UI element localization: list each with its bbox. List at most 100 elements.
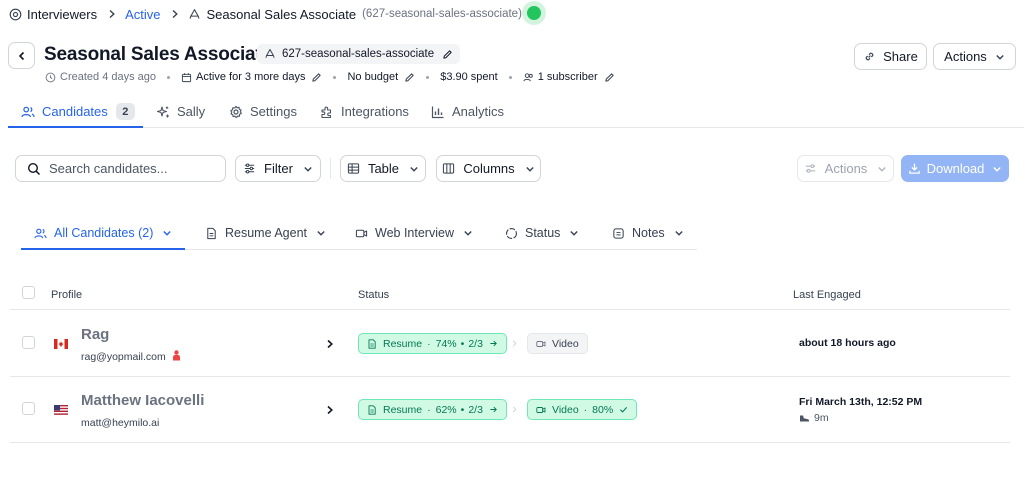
back-button[interactable] [8, 42, 35, 69]
breadcrumb: Interviewers Active Seasonal Sales Assoc… [9, 5, 522, 23]
recycle-icon [190, 8, 200, 19]
resume-status-pill[interactable]: Resume · 62% • 2/3 [358, 399, 507, 420]
chevron-right-icon [512, 340, 517, 347]
pencil-icon[interactable] [442, 49, 453, 60]
chevron-down-icon [525, 166, 534, 172]
table-header: Profile Status Last Engaged [10, 280, 1010, 310]
separator-dot [508, 75, 512, 79]
chevron-down-icon [464, 231, 472, 236]
tab-candidates[interactable]: Candidates 2 [8, 96, 143, 128]
duration-text: 9m [814, 412, 829, 424]
chevron-left-icon [18, 51, 24, 60]
candidate-count-badge: 2 [115, 103, 135, 120]
users-icon [34, 228, 47, 238]
column-header-profile: Profile [51, 289, 83, 301]
download-button[interactable]: Download [901, 155, 1009, 182]
view-mode-button[interactable]: Table [340, 155, 426, 182]
pill-separator: • [460, 403, 465, 416]
columns-icon [443, 163, 455, 174]
tab-integrations[interactable]: Integrations [320, 96, 409, 127]
bulk-actions-button[interactable]: Actions [797, 155, 894, 182]
breadcrumb-current: Seasonal Sales Associate [206, 6, 357, 22]
subtab-status[interactable]: Status [505, 217, 579, 249]
pill-separator: · [427, 403, 431, 416]
chevron-down-icon [993, 166, 1002, 172]
subtab-label: Status [525, 226, 561, 240]
candidate-email: matt@heymilo.ai [81, 417, 160, 429]
tab-label: Settings [250, 104, 297, 119]
subtab-label: Notes [632, 226, 665, 240]
breadcrumb-slug: (627-seasonal-sales-associate) [362, 8, 522, 20]
filter-label: Filter [264, 161, 293, 176]
created-text: Created 4 days ago [60, 71, 157, 83]
video-status-pill[interactable]: Video · 80% [527, 399, 638, 420]
column-header-last-engaged[interactable]: Last Engaged [793, 289, 861, 301]
chevron-down-icon [996, 54, 1004, 60]
tab-label: Sally [177, 104, 206, 119]
link-icon [865, 52, 874, 61]
interview-duration: 9m [799, 412, 829, 424]
table-row[interactable]: Rag rag@yopmail.com Resume · 74% • 2/3 V… [10, 311, 1010, 377]
search-input[interactable] [49, 161, 209, 176]
select-all-checkbox[interactable] [22, 286, 35, 299]
share-button[interactable]: Share [854, 43, 927, 70]
actions-button[interactable]: Actions [933, 43, 1016, 70]
candidate-subtabs: All Candidates (2) Resume Agent Web Inte… [21, 217, 697, 250]
pencil-icon[interactable] [404, 72, 415, 83]
filter-button[interactable]: Filter [235, 155, 321, 182]
main-tabs: Candidates 2 Sally Settings Integrations… [8, 96, 1024, 128]
tab-settings[interactable]: Settings [229, 96, 297, 127]
subtab-all-candidates[interactable]: All Candidates (2) [21, 217, 185, 250]
document-icon [368, 338, 376, 349]
interviewers-icon [9, 8, 22, 20]
resume-progress: 2/3 [468, 403, 483, 416]
chevron-down-icon [878, 166, 887, 172]
note-icon [613, 227, 624, 239]
video-status-pill[interactable]: Video [527, 333, 588, 354]
column-header-status: Status [358, 289, 390, 301]
pencil-icon[interactable] [604, 72, 615, 83]
document-icon [368, 404, 376, 415]
spent-text: $3.90 spent [440, 71, 498, 83]
bulk-actions-label: Actions [824, 161, 868, 176]
calendar-icon [181, 72, 192, 82]
clock-icon [45, 72, 56, 82]
arrow-right-icon [490, 340, 497, 347]
separator-dot [167, 75, 171, 79]
resume-status-pill[interactable]: Resume · 74% • 2/3 [358, 333, 507, 354]
canada-flag-icon [54, 339, 68, 349]
breadcrumb-active[interactable]: Active [125, 7, 160, 22]
last-engaged-text: Fri March 13th, 12:52 PM [799, 396, 923, 408]
tab-analytics[interactable]: Analytics [431, 96, 504, 127]
video-icon [536, 406, 546, 413]
slug-chip[interactable]: 627-seasonal-sales-associate [257, 44, 461, 64]
users-icon [21, 106, 35, 117]
tab-sally[interactable]: Sally [156, 96, 205, 127]
chevron-right-icon [512, 406, 517, 413]
candidate-name[interactable]: Rag [81, 326, 109, 343]
sparkles-icon [156, 105, 169, 117]
columns-button[interactable]: Columns [436, 155, 541, 182]
candidate-email: rag@yopmail.com [81, 351, 166, 363]
subtab-resume-agent[interactable]: Resume Agent [205, 217, 326, 249]
chevron-right-icon [173, 9, 179, 19]
pencil-icon[interactable] [311, 72, 322, 83]
breadcrumb-interviewers[interactable]: Interviewers [27, 7, 97, 22]
bar-chart-icon [431, 106, 444, 118]
document-icon [207, 227, 216, 239]
search-box[interactable] [15, 155, 226, 182]
row-checkbox[interactable] [22, 336, 35, 349]
chevron-down-icon [163, 231, 172, 236]
video-score: 80% [592, 403, 614, 416]
pill-separator: • [460, 337, 465, 350]
subtab-label: All Candidates (2) [54, 226, 154, 240]
subtab-notes[interactable]: Notes [612, 217, 684, 249]
chevron-right-icon[interactable] [325, 339, 335, 349]
resume-score: 74% [435, 337, 457, 350]
person-icon [173, 350, 180, 361]
subtab-web-interview[interactable]: Web Interview [355, 217, 473, 249]
row-checkbox[interactable] [22, 402, 35, 415]
table-row[interactable]: Matthew Iacovelli matt@heymilo.ai Resume… [10, 377, 1010, 443]
candidate-name[interactable]: Matthew Iacovelli [81, 392, 204, 409]
chevron-right-icon[interactable] [325, 405, 335, 415]
